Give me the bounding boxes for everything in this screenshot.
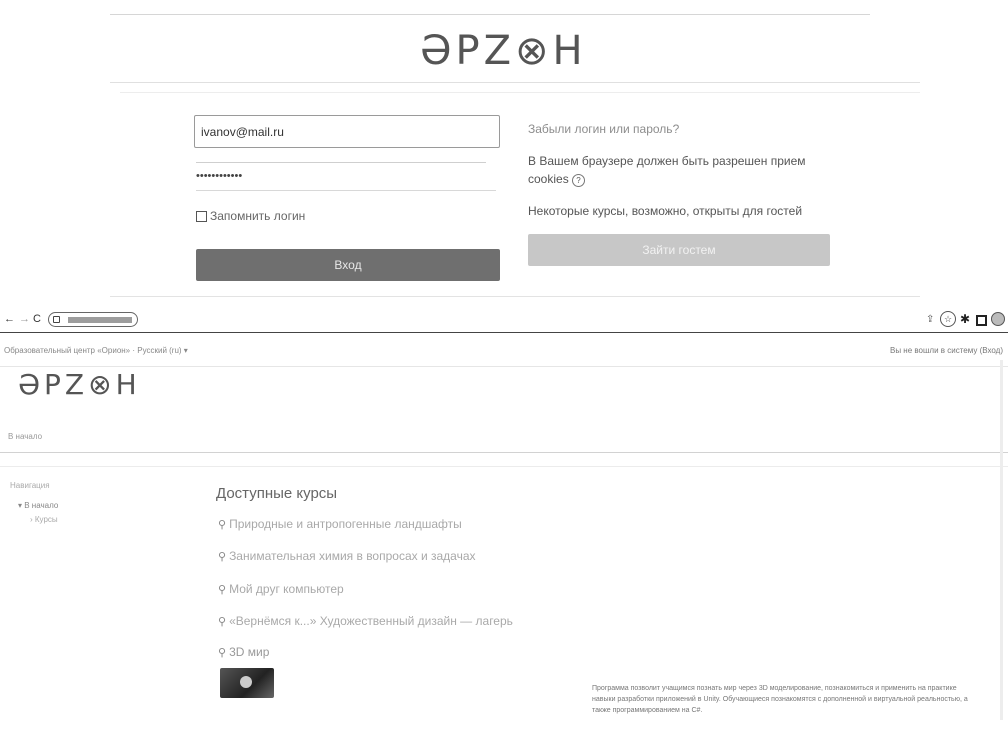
back-button[interactable]: ← <box>4 313 15 325</box>
lock-icon <box>53 316 60 323</box>
username-field[interactable]: ivanov@mail.ru <box>194 115 500 148</box>
course-link[interactable]: «Вернёмся к...» Художественный дизайн — … <box>229 614 513 628</box>
guest-notice: Некоторые курсы, возможно, открыты для г… <box>528 204 803 218</box>
cookies-notice: В Вашем браузере должен быть разрешен пр… <box>528 152 838 188</box>
course-icon: ⚲ <box>218 615 227 628</box>
login-button[interactable]: Вход <box>196 249 500 281</box>
planet-icon <box>240 676 252 688</box>
browser-toolbar: ← → C ⇪ ☆ ✱ <box>0 310 1008 333</box>
window-icon[interactable] <box>976 315 987 326</box>
course-item[interactable]: ⚲ Природные и антропогенные ландшафты <box>218 517 462 531</box>
login-logo: ӘРΖ⊗Н <box>420 28 587 74</box>
password-value: •••••••••••• <box>196 170 243 182</box>
course-link[interactable]: Мой друг компьютер <box>229 582 344 596</box>
course-link[interactable]: Занимательная химия в вопросах и задачах <box>229 549 475 563</box>
nav-item-courses-label: Курсы <box>34 515 58 524</box>
course-description: Программа позволит учащимся познать мир … <box>592 685 968 714</box>
course-icon: ⚲ <box>218 646 227 659</box>
remember-login[interactable]: Запомнить логин <box>196 209 305 223</box>
course-thumbnail[interactable] <box>220 668 274 698</box>
nav-item-home[interactable]: ▾ В начало <box>18 501 58 510</box>
course-link[interactable]: 3D мир <box>229 645 269 659</box>
course-icon: ⚲ <box>218 583 227 596</box>
login-status[interactable]: Вы не вошли в систему (Вход) <box>890 346 1003 355</box>
forgot-link[interactable]: Забыли логин или пароль? <box>528 122 679 136</box>
share-icon[interactable]: ⇪ <box>926 314 934 325</box>
course-icon: ⚲ <box>218 550 227 563</box>
guest-login-button[interactable]: Зайти гостем <box>528 234 830 266</box>
address-bar[interactable] <box>48 312 138 327</box>
course-item[interactable]: ⚲ Мой друг компьютер <box>218 582 344 596</box>
reload-button[interactable]: C <box>33 313 41 325</box>
help-icon[interactable]: ? <box>572 174 586 187</box>
nav-item-home-label: В начало <box>24 501 59 510</box>
course-icon: ⚲ <box>218 518 227 531</box>
star-icon[interactable]: ☆ <box>940 311 956 327</box>
course-item[interactable]: ⚲ 3D мир <box>218 645 269 659</box>
password-field[interactable]: •••••••••••• <box>196 170 496 191</box>
course-item[interactable]: ⚲ «Вернёмся к...» Художественный дизайн … <box>218 614 513 628</box>
profile-icon[interactable] <box>991 312 1005 326</box>
address-redacted <box>68 316 132 323</box>
course-item[interactable]: ⚲ Занимательная химия в вопросах и задач… <box>218 549 476 563</box>
nav-header: Навигация <box>10 481 50 490</box>
breadcrumb[interactable]: В начало <box>8 432 42 441</box>
page-scrollbar[interactable] <box>1000 360 1003 720</box>
site-logo[interactable]: ӘРΖ⊗Н <box>18 368 141 401</box>
remember-label: Запомнить логин <box>210 209 306 223</box>
site-title[interactable]: Образовательный центр «Орион» · Русский … <box>4 346 188 355</box>
remember-checkbox[interactable] <box>196 210 207 222</box>
breadcrumb-home[interactable]: В начало <box>8 432 42 441</box>
extensions-icon[interactable]: ✱ <box>960 312 970 326</box>
forward-button[interactable]: → <box>19 313 30 325</box>
main-heading: Доступные курсы <box>216 485 338 502</box>
nav-item-courses[interactable]: › Курсы <box>30 515 58 524</box>
course-link[interactable]: Природные и антропогенные ландшафты <box>229 517 462 531</box>
cookies-text: В Вашем браузере должен быть разрешен пр… <box>528 154 806 186</box>
